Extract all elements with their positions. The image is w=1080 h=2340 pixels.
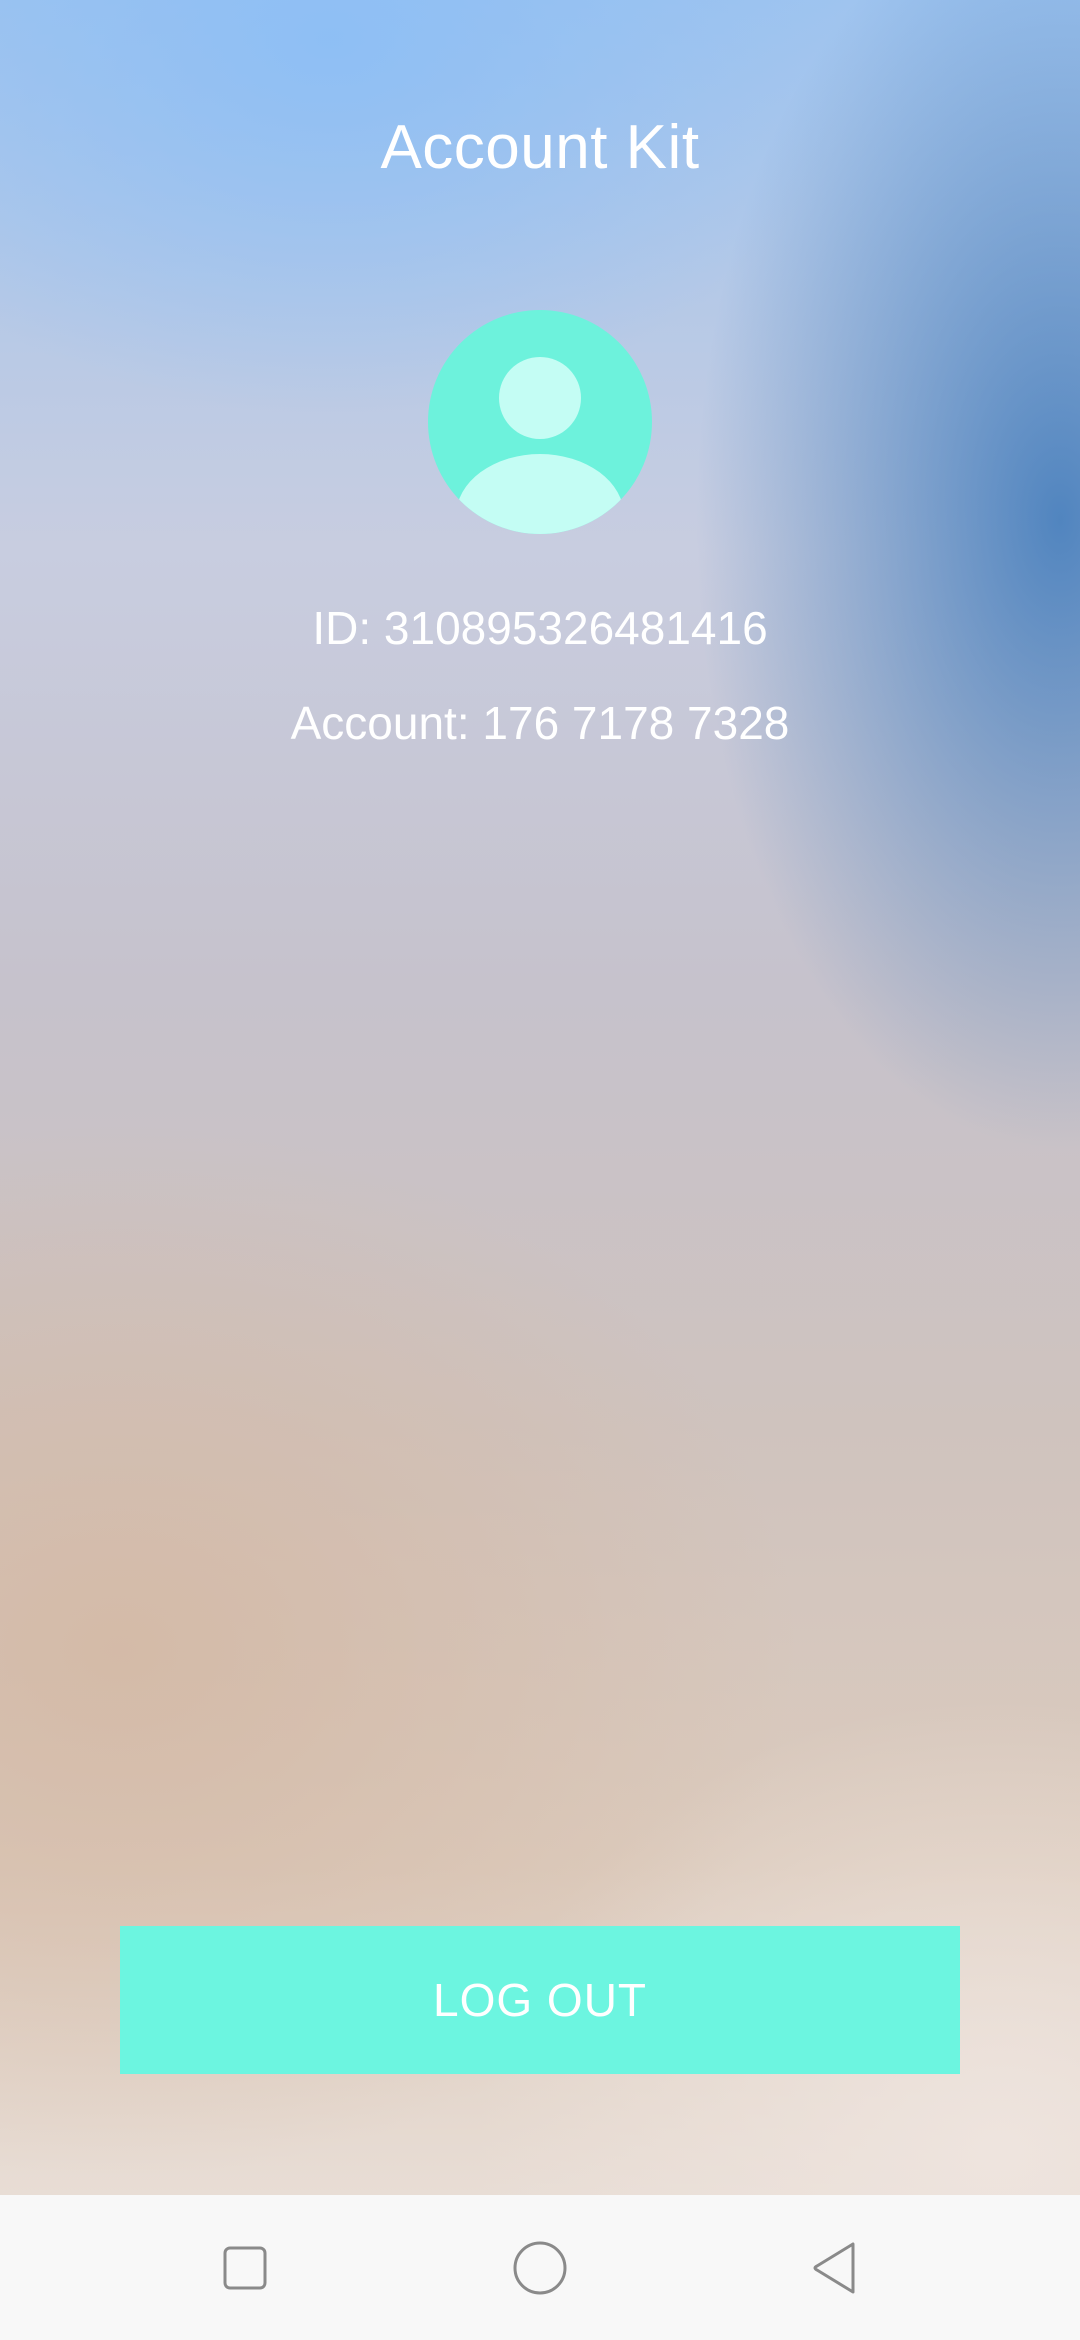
recent-apps-button[interactable] bbox=[185, 2195, 305, 2340]
circle-home-icon bbox=[513, 2241, 567, 2294]
system-navigation-bar bbox=[0, 2195, 1080, 2340]
avatar-figure bbox=[456, 357, 624, 534]
account-number-text: Account: 176 7178 7328 bbox=[290, 697, 790, 749]
user-avatar-icon bbox=[428, 310, 652, 534]
back-button[interactable] bbox=[775, 2195, 895, 2340]
home-button[interactable] bbox=[480, 2195, 600, 2340]
app-screen: Account Kit ID: 310895326481416 Account:… bbox=[0, 0, 1080, 2195]
triangle-back-icon bbox=[813, 2242, 855, 2293]
logout-button[interactable]: LOG OUT bbox=[120, 1926, 960, 2074]
square-recent-apps-icon bbox=[223, 2246, 267, 2289]
page-title: Account Kit bbox=[380, 113, 700, 182]
user-id-text: ID: 310895326481416 bbox=[312, 602, 768, 654]
